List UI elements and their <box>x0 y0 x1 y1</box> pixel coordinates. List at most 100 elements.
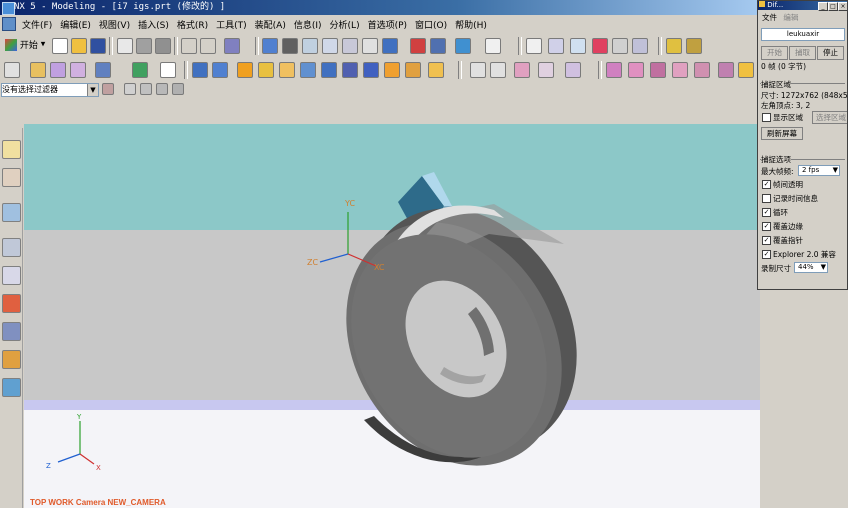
menu-format[interactable]: 格式(R) <box>173 15 212 32</box>
system-menu-icon[interactable] <box>2 17 16 31</box>
pan-icon[interactable] <box>362 38 378 54</box>
perspective-icon[interactable] <box>382 38 398 54</box>
redo-icon[interactable] <box>200 38 216 54</box>
history-icon[interactable] <box>2 238 21 257</box>
close-icon[interactable]: × <box>838 2 847 11</box>
line-icon[interactable] <box>470 62 486 78</box>
assembly-navigator-icon[interactable] <box>2 140 21 159</box>
menu-edit[interactable]: 编辑(E) <box>56 15 95 32</box>
maximize-icon[interactable]: □ <box>828 2 838 11</box>
stop-button[interactable]: 停止 <box>817 46 844 60</box>
paste-icon[interactable] <box>155 38 171 54</box>
menu-help[interactable]: 帮助(H) <box>451 15 491 32</box>
magnify-icon[interactable] <box>322 38 338 54</box>
measure-distance-icon[interactable] <box>666 38 682 54</box>
ruled-surface-icon[interactable] <box>650 62 666 78</box>
draft-icon[interactable] <box>321 62 337 78</box>
pattern-icon[interactable] <box>405 62 421 78</box>
select-face-icon[interactable] <box>140 83 152 95</box>
menu-file[interactable]: 文件(F) <box>18 15 56 32</box>
shaded-view-icon[interactable] <box>430 38 446 54</box>
trim-body-icon[interactable] <box>342 62 358 78</box>
new-file-icon[interactable] <box>52 38 68 54</box>
zoom-icon[interactable] <box>302 38 318 54</box>
subtract-icon[interactable] <box>212 62 228 78</box>
arc-icon[interactable] <box>490 62 506 78</box>
offset-face-icon[interactable] <box>384 62 400 78</box>
save-icon[interactable] <box>90 38 106 54</box>
option-checkbox[interactable]: ✓ <box>762 250 771 259</box>
menu-information[interactable]: 信息(I) <box>290 15 326 32</box>
datum-axis-icon[interactable] <box>160 62 176 78</box>
extrude-icon[interactable] <box>30 62 46 78</box>
roles-icon[interactable] <box>2 350 21 369</box>
split-body-icon[interactable] <box>363 62 379 78</box>
spline-icon[interactable] <box>514 62 530 78</box>
select-region-button[interactable]: 选择区域 <box>812 111 847 124</box>
user-field[interactable]: leukuaxir <box>761 28 845 41</box>
wcs-origin-icon[interactable] <box>548 38 564 54</box>
select-body-icon[interactable] <box>124 83 136 95</box>
reflection-icon[interactable] <box>738 62 754 78</box>
select-curve-icon[interactable] <box>172 83 184 95</box>
selection-filter-select[interactable]: 没有选择过滤器 ▼ <box>1 83 99 97</box>
layer-settings-icon[interactable] <box>485 38 501 54</box>
chamfer-icon[interactable] <box>279 62 295 78</box>
fit-view-icon[interactable] <box>262 38 278 54</box>
max-fps-select[interactable]: 2 fps ▼ <box>798 165 840 176</box>
wcs-orient-icon[interactable] <box>612 38 628 54</box>
through-curves-icon[interactable] <box>628 62 644 78</box>
capture-menu-edit[interactable]: 编辑 <box>783 13 798 22</box>
start-capture-button[interactable]: 开始 <box>761 46 788 60</box>
zoom-window-icon[interactable] <box>282 38 298 54</box>
intersect-icon[interactable] <box>237 62 253 78</box>
datum-plane-icon[interactable] <box>132 62 148 78</box>
capture-menu-file[interactable]: 文件 <box>762 13 777 22</box>
wcs-display-icon[interactable] <box>632 38 648 54</box>
system-scenes-icon[interactable] <box>2 378 21 397</box>
menu-preferences[interactable]: 首选项(P) <box>364 15 411 32</box>
menu-tools[interactable]: 工具(T) <box>212 15 251 32</box>
wcs-rotate-icon[interactable] <box>570 38 586 54</box>
shell-icon[interactable] <box>300 62 316 78</box>
wcs-icon[interactable] <box>526 38 542 54</box>
rotate-icon[interactable] <box>342 38 358 54</box>
thicken-icon[interactable] <box>694 62 710 78</box>
chevron-down-icon[interactable]: ▼ <box>87 84 98 96</box>
snap-settings-icon[interactable] <box>102 83 114 95</box>
option-checkbox[interactable]: ✓ <box>762 180 771 189</box>
hole-icon[interactable] <box>95 62 111 78</box>
cut-icon[interactable] <box>117 38 133 54</box>
point-icon[interactable] <box>538 62 554 78</box>
refresh-screen-button[interactable]: 刷新屏幕 <box>761 127 803 140</box>
menu-view[interactable]: 视图(V) <box>95 15 134 32</box>
menu-window[interactable]: 窗口(O) <box>411 15 451 32</box>
viewport-canvas[interactable]: YC ZC XC Y Z X <box>24 124 760 508</box>
minimize-icon[interactable]: _ <box>818 2 828 11</box>
surface-icon[interactable] <box>606 62 622 78</box>
render-style-icon[interactable] <box>410 38 426 54</box>
sew-icon[interactable] <box>672 62 688 78</box>
graphics-window[interactable]: YC ZC XC Y Z X <box>24 124 760 508</box>
offset-curve-icon[interactable] <box>565 62 581 78</box>
web-browser-icon[interactable] <box>2 203 21 222</box>
option-checkbox[interactable] <box>762 194 771 203</box>
wcs-dynamic-icon[interactable] <box>592 38 608 54</box>
show-region-checkbox[interactable] <box>762 113 771 122</box>
option-checkbox[interactable]: ✓ <box>762 236 771 245</box>
start-button[interactable]: 开始 ▾ <box>5 38 45 51</box>
sweep-icon[interactable] <box>70 62 86 78</box>
menu-insert[interactable]: 插入(S) <box>134 15 173 32</box>
undo-icon[interactable] <box>181 38 197 54</box>
select-edge-icon[interactable] <box>156 83 168 95</box>
menu-assembly[interactable]: 装配(A) <box>251 15 290 32</box>
select-mode-icon[interactable] <box>224 38 240 54</box>
option-checkbox[interactable]: ✓ <box>762 222 771 231</box>
record-size-select[interactable]: 44% ▼ <box>794 262 828 273</box>
copy-icon[interactable] <box>136 38 152 54</box>
mirror-icon[interactable] <box>428 62 444 78</box>
edge-blend-icon[interactable] <box>258 62 274 78</box>
open-folder-icon[interactable] <box>71 38 87 54</box>
process-studio-icon[interactable] <box>2 322 21 341</box>
face-analysis-icon[interactable] <box>718 62 734 78</box>
